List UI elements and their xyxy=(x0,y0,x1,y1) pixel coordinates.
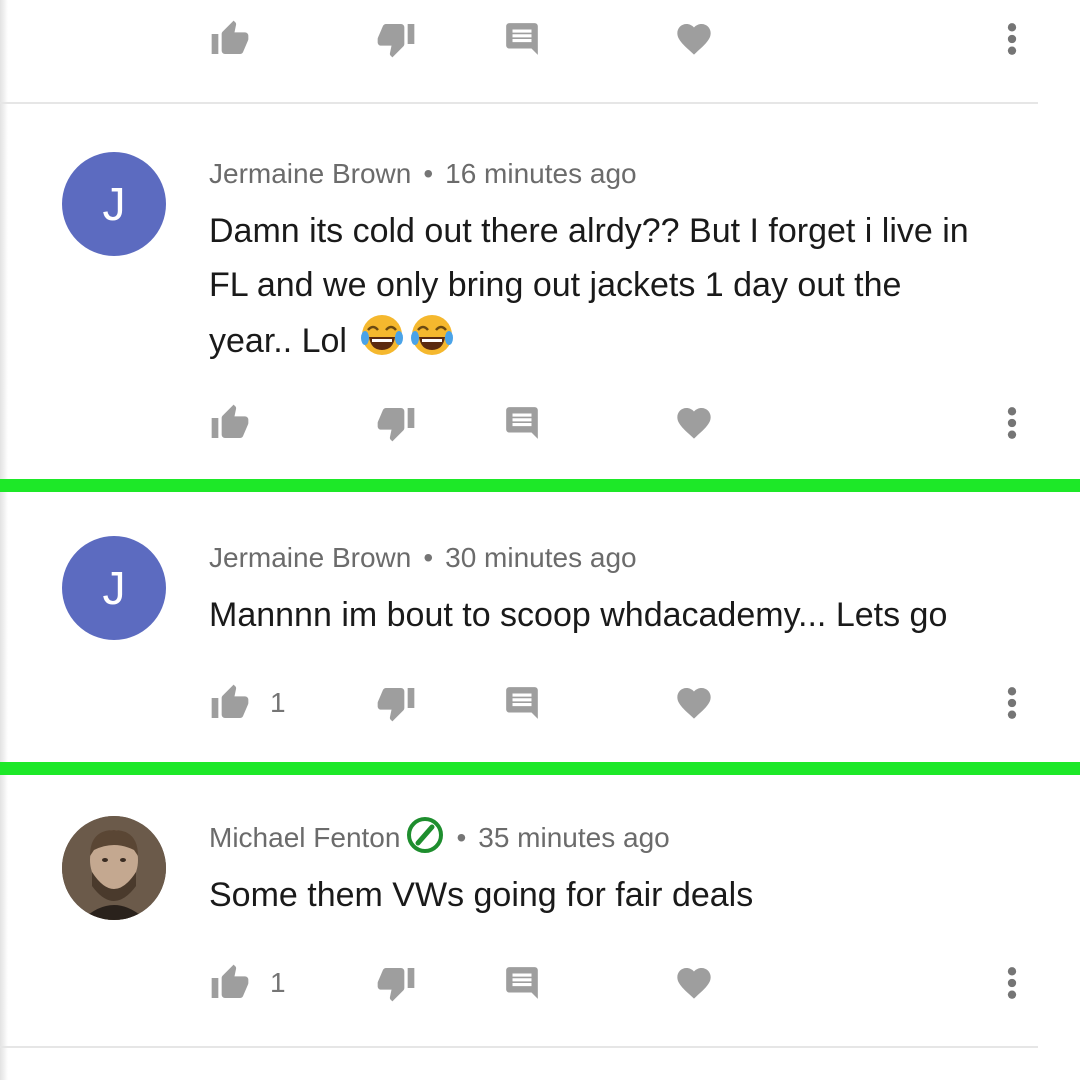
meta-separator: • xyxy=(423,542,434,573)
meta-separator: • xyxy=(456,822,467,853)
heart-button[interactable] xyxy=(674,678,714,728)
verified-badge-icon xyxy=(406,816,444,861)
heart-icon xyxy=(677,408,711,439)
more-vert-icon xyxy=(1007,687,1017,719)
comment-line: FL and we only bring out jackets 1 day o… xyxy=(209,266,902,304)
face-with-tears-of-joy-emoji xyxy=(360,312,456,374)
thumbs-down-icon xyxy=(377,968,415,1002)
more-options-button[interactable] xyxy=(996,398,1028,448)
thumbs-down-icon xyxy=(377,408,415,442)
like-button[interactable]: 1 xyxy=(210,958,286,1008)
timestamp: 30 minutes ago xyxy=(445,542,637,573)
reply-button[interactable] xyxy=(503,958,541,1008)
like-button[interactable] xyxy=(210,398,250,448)
meta-separator: • xyxy=(423,158,434,189)
comment-text: Some them VWs going for fair deals xyxy=(209,868,1039,922)
more-options-button[interactable] xyxy=(996,678,1028,728)
avatar-initial: J xyxy=(102,178,126,230)
avatar[interactable]: J xyxy=(62,536,166,640)
author-name[interactable]: Jermaine Brown xyxy=(209,158,411,190)
heart-button[interactable] xyxy=(674,14,714,64)
comment-text: Damn its cold out there alrdy?? But I fo… xyxy=(209,204,1039,374)
thumbs-up-icon xyxy=(211,964,249,998)
timestamp: 16 minutes ago xyxy=(445,158,637,189)
thumbs-down-icon xyxy=(377,24,415,58)
avatar[interactable]: J xyxy=(62,152,166,256)
comment-icon xyxy=(506,687,538,719)
heart-icon xyxy=(677,968,711,999)
comment-line: Mannnn im bout to scoop whdacademy... Le… xyxy=(209,596,948,634)
more-options-button[interactable] xyxy=(996,14,1028,64)
comment-icon xyxy=(506,407,538,439)
thumbs-up-icon xyxy=(211,404,249,438)
comment-icon xyxy=(506,23,538,55)
comment-line: Damn its cold out there alrdy?? But I fo… xyxy=(209,212,969,250)
more-options-button[interactable] xyxy=(996,958,1028,1008)
comment-meta: Jermaine Brown • 16 minutes ago xyxy=(209,156,637,192)
comment-meta: Michael Fenton • 35 minutes ago xyxy=(209,816,670,856)
comment-divider xyxy=(0,102,1038,104)
more-vert-icon xyxy=(1007,407,1017,439)
left-edge-shadow xyxy=(0,0,8,1080)
thumbs-up-icon xyxy=(211,684,249,718)
avatar-photo xyxy=(62,816,166,920)
heart-button[interactable] xyxy=(674,398,714,448)
more-vert-icon xyxy=(1007,23,1017,55)
dislike-button[interactable] xyxy=(376,678,416,728)
thumbs-down-icon xyxy=(377,688,415,722)
highlight-divider xyxy=(0,762,1080,775)
action-row-top xyxy=(0,14,1080,64)
avatar[interactable] xyxy=(62,816,166,920)
reply-button[interactable] xyxy=(503,678,541,728)
like-button[interactable] xyxy=(210,14,250,64)
like-count: 1 xyxy=(270,967,286,998)
highlight-divider xyxy=(0,479,1080,492)
action-row: 1 xyxy=(0,958,1080,1008)
heart-icon xyxy=(677,688,711,719)
comment-line: Some them VWs going for fair deals xyxy=(209,876,754,914)
dislike-button[interactable] xyxy=(376,958,416,1008)
comment-line-with-emoji: year.. Lol xyxy=(209,312,1039,374)
like-count: 1 xyxy=(270,687,286,718)
avatar-initial: J xyxy=(102,562,126,614)
action-row xyxy=(0,398,1080,448)
thumbs-up-icon xyxy=(211,20,249,55)
dislike-button[interactable] xyxy=(376,14,416,64)
comment-line: year.. Lol xyxy=(209,321,347,360)
action-row: 1 xyxy=(0,678,1080,728)
comment-meta: Jermaine Brown • 30 minutes ago xyxy=(209,540,637,576)
like-button[interactable]: 1 xyxy=(210,678,286,728)
comments-screen: J Jermaine Brown • 16 minutes ago Damn i… xyxy=(0,0,1080,1080)
dislike-button[interactable] xyxy=(376,398,416,448)
reply-button[interactable] xyxy=(503,14,541,64)
comment-text: Mannnn im bout to scoop whdacademy... Le… xyxy=(209,588,1039,642)
author-name[interactable]: Jermaine Brown xyxy=(209,542,411,574)
author-name[interactable]: Michael Fenton xyxy=(209,822,400,854)
reply-button[interactable] xyxy=(503,398,541,448)
more-vert-icon xyxy=(1007,967,1017,999)
comment-divider xyxy=(0,1046,1038,1048)
timestamp: 35 minutes ago xyxy=(478,822,670,853)
comment-icon xyxy=(506,967,538,999)
heart-button[interactable] xyxy=(674,958,714,1008)
heart-icon xyxy=(677,24,711,55)
